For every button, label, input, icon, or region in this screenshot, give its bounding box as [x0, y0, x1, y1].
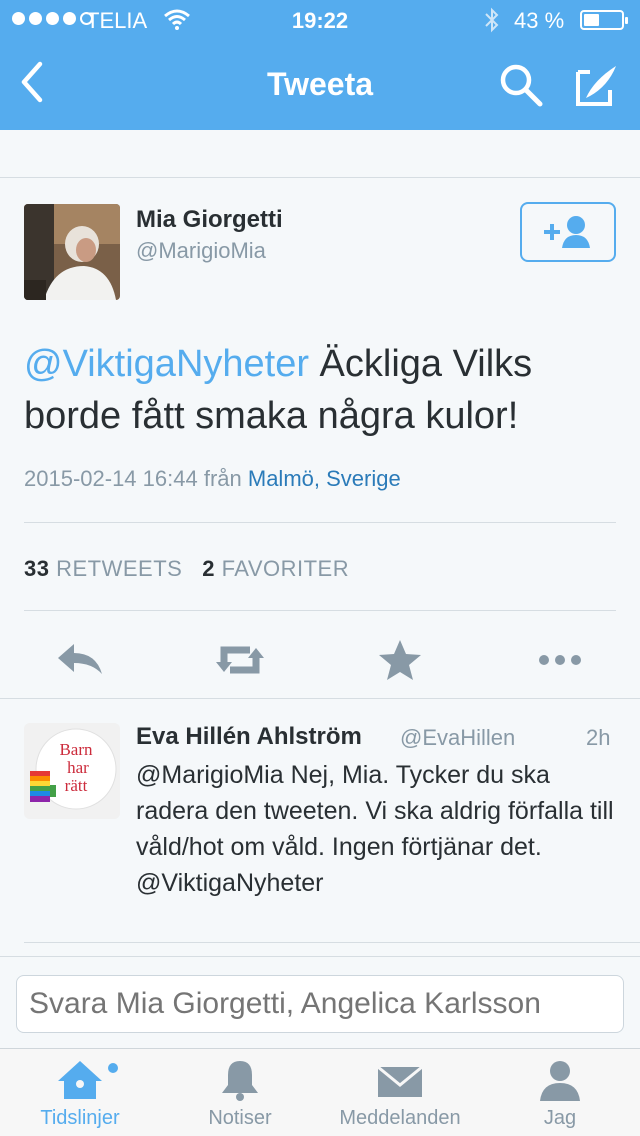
tweet-stats: 33 RETWEETS 2 FAVORITER — [24, 556, 349, 582]
new-content-dot — [108, 1063, 118, 1073]
battery-icon — [580, 10, 628, 30]
from-label: från — [203, 466, 242, 491]
avatar-text-line-1: Barn — [59, 740, 93, 759]
battery-percent: 43 % — [514, 8, 565, 33]
author-name[interactable]: Mia Giorgetti — [136, 206, 283, 234]
tab-label: Meddelanden — [339, 1107, 461, 1129]
tab-label: Notiser — [208, 1107, 272, 1129]
favorites-label[interactable]: FAVORITER — [222, 556, 350, 581]
avatar-text-line-2: har — [67, 758, 89, 777]
author-handle[interactable]: @MarigioMia — [136, 238, 266, 264]
tab-messages[interactable]: Meddelanden — [320, 1049, 480, 1136]
reply-author-name[interactable]: Eva Hillén Ahlström — [136, 723, 362, 751]
navigation-bar: Tweeta — [0, 40, 640, 130]
previous-tweet-strip — [0, 130, 640, 178]
person-icon — [540, 1061, 580, 1101]
retweet-icon[interactable] — [210, 630, 270, 690]
reply-compose-bar — [0, 956, 640, 1048]
bluetooth-icon — [485, 7, 499, 33]
tab-notifications[interactable]: Notiser — [160, 1049, 320, 1136]
top-bar: TELIA 19:22 43 % Tweeta — [0, 0, 640, 130]
reply-text: @MarigioMia Nej, Mia. Tycker du ska rade… — [136, 761, 614, 897]
follow-button[interactable] — [520, 202, 616, 262]
tweet-text: @ViktigaNyheter Äckliga Vilks borde fått… — [24, 338, 616, 442]
avatar[interactable] — [24, 204, 120, 300]
battery-level — [584, 14, 599, 26]
search-icon[interactable] — [496, 60, 546, 110]
reply-author-handle[interactable]: @EvaHillen — [400, 725, 515, 751]
more-options-icon[interactable] — [530, 630, 590, 690]
tweet-mention-link[interactable]: @ViktigaNyheter — [24, 343, 309, 385]
retweets-label[interactable]: RETWEETS — [56, 556, 182, 581]
reply-icon[interactable] — [50, 630, 110, 690]
retweet-count[interactable]: 33 — [24, 556, 49, 581]
status-bar: TELIA 19:22 43 % — [0, 0, 640, 40]
main-tweet: Mia Giorgetti @MarigioMia @ViktigaNyhete… — [0, 178, 640, 698]
reply-timestamp: 2h — [586, 725, 611, 750]
tweet-timestamp: 2015-02-14 16:44 — [24, 466, 198, 491]
tab-me[interactable]: Jag — [480, 1049, 640, 1136]
avatar-text-line-3: rätt — [65, 776, 88, 795]
favorite-count[interactable]: 2 — [202, 556, 215, 581]
reply-tweet[interactable]: Barn har rätt Eva Hillén Ahlström @EvaHi… — [0, 699, 640, 939]
tab-label: Tidslinjer — [40, 1107, 120, 1129]
compose-icon[interactable] — [572, 60, 622, 110]
divider — [24, 522, 616, 523]
tab-label: Jag — [543, 1107, 577, 1129]
divider — [24, 610, 616, 611]
reply-avatar[interactable]: Barn har rätt — [24, 723, 120, 819]
reply-input[interactable] — [16, 975, 624, 1033]
tweet-meta: 2015-02-14 16:44 från Malmö, Sverige — [24, 466, 401, 492]
favorite-star-icon[interactable] — [370, 630, 430, 690]
add-user-icon — [544, 216, 590, 248]
bell-icon — [222, 1061, 258, 1101]
tweet-location-link[interactable]: Malmö, Sverige — [248, 466, 401, 491]
tab-timelines[interactable]: Tidslinjer — [0, 1049, 160, 1136]
home-icon — [58, 1061, 102, 1099]
divider — [24, 942, 640, 943]
tweet-actions — [0, 630, 640, 690]
tab-bar: Tidslinjer Notiser Meddelanden Jag — [0, 1048, 640, 1136]
envelope-icon — [377, 1065, 423, 1097]
